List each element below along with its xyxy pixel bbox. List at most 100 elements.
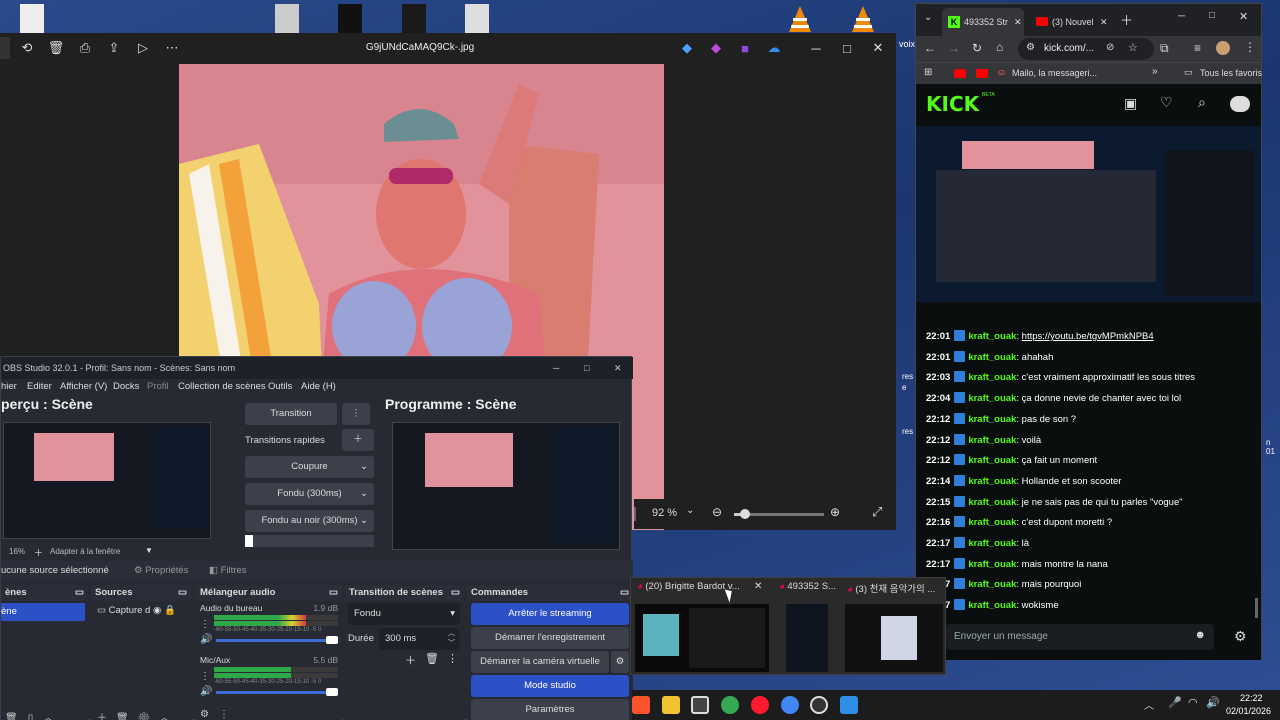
menu-icon[interactable]: ⋮ (1244, 40, 1256, 54)
tab-youtube[interactable]: (3) Nouvel ✕ (1030, 8, 1114, 36)
slideshow-icon[interactable]: ▷ (135, 40, 151, 56)
chat-username[interactable]: kraft_ouak (968, 579, 1016, 590)
menu-help[interactable]: Aide (H) (301, 381, 336, 392)
gear-icon[interactable]: ⚙ (1234, 628, 1247, 645)
back-icon[interactable]: ← (924, 41, 936, 55)
menu-icon[interactable]: ⋮ (200, 619, 210, 630)
tab-kick[interactable]: K 493352 Str ✕ (942, 8, 1024, 36)
menu-docks[interactable]: Docks (113, 381, 139, 392)
eye-off-icon[interactable]: ⊘ (1106, 42, 1114, 53)
properties-button[interactable]: ⚙ Propriétés (134, 565, 188, 576)
close-icon[interactable]: ✕ (754, 581, 762, 592)
file-explorer-icon[interactable] (662, 696, 680, 714)
minimize-icon[interactable]: ─ (1178, 11, 1185, 22)
close-icon[interactable]: ✕ (870, 40, 886, 56)
url-field[interactable]: ⚙ kick.com/... ⊘ ☆ (1018, 38, 1154, 60)
zoom-percent[interactable]: 16% (9, 547, 25, 556)
reload-icon[interactable]: ↻ (972, 41, 982, 55)
transition-slider[interactable] (245, 535, 374, 547)
wifi-icon[interactable]: ◠ (1188, 696, 1198, 709)
quick-transition-cut[interactable]: Coupure ⌄ (245, 456, 374, 478)
youtube-icon[interactable] (954, 69, 966, 78)
obs-icon[interactable] (810, 696, 828, 714)
dock-menu-icon[interactable]: ▭ (329, 585, 338, 601)
heart-icon[interactable]: ♡ (1160, 94, 1173, 111)
designer-icon[interactable]: ◆ (708, 40, 724, 56)
document-icon[interactable] (275, 4, 299, 34)
minimize-icon[interactable]: ─ (808, 40, 824, 56)
document-icon[interactable] (465, 4, 489, 34)
add-icon[interactable]: ＋ (342, 429, 374, 451)
file-icon[interactable] (20, 4, 44, 34)
eye-icon[interactable]: ◉ (153, 605, 161, 616)
home-icon[interactable]: ⌂ (996, 40, 1003, 54)
close-icon[interactable]: ✕ (614, 357, 622, 379)
start-recording-button[interactable]: Démarrer l'enregistrement (471, 627, 629, 649)
print-icon[interactable]: ⎙ (77, 40, 93, 56)
chat-username[interactable]: kraft_ouak (968, 455, 1016, 466)
fit-window-button[interactable]: Adapter à la fenêtre (50, 547, 120, 556)
more-icon[interactable]: ⋯ (164, 40, 180, 56)
menu-profile[interactable]: Profil (147, 381, 169, 392)
kick-logo[interactable]: KICK (926, 92, 979, 116)
share-icon[interactable]: ⇪ (106, 40, 122, 56)
chevron-down-icon[interactable]: ⌄ (686, 505, 694, 516)
fullscreen-icon[interactable]: ⤢ (872, 504, 882, 520)
quick-transition-fade[interactable]: Fondu (300ms) ⌄ (245, 483, 374, 505)
more-icon[interactable]: ⋮ (342, 403, 370, 425)
close-icon[interactable]: ✕ (1100, 8, 1108, 36)
tab-search-icon[interactable]: ≡ (1194, 41, 1201, 55)
source-item[interactable]: ▭ Capture d ◉ 🔒 (97, 605, 176, 616)
chat-username[interactable]: kraft_ouak (968, 372, 1016, 383)
more-bookmarks-icon[interactable]: » (1152, 66, 1158, 77)
zoom-out-icon[interactable]: ⊖ (712, 505, 722, 519)
chat-username[interactable]: kraft_ouak (968, 538, 1016, 549)
photos-icon[interactable] (840, 696, 858, 714)
chat-input[interactable]: Envoyer un message ☻ (946, 624, 1214, 650)
volume-slider-thumb[interactable] (326, 636, 338, 644)
dock-menu-icon[interactable]: ▭ (75, 585, 84, 601)
brave-icon[interactable] (632, 696, 650, 714)
bookmark-mailo[interactable]: Mailo, la messageri... (1012, 68, 1097, 78)
zoom-level[interactable]: 92 % (652, 507, 677, 519)
avatar[interactable] (1230, 96, 1250, 112)
stream-player[interactable] (916, 126, 1261, 302)
chat-username[interactable]: kraft_ouak (968, 352, 1016, 363)
settings-button[interactable]: Paramètres (471, 699, 629, 720)
menu-icon[interactable]: ⋮ (200, 671, 210, 682)
gear-icon[interactable]: ⚙ (611, 651, 629, 673)
chrome-icon[interactable] (781, 696, 799, 714)
mixer-controls[interactable]: ⚙⋮ (200, 709, 239, 720)
scrollbar[interactable] (1255, 598, 1258, 618)
source-controls[interactable]: ＋🗑⚙︿ (97, 709, 178, 720)
dock-menu-icon[interactable]: ▭ (178, 585, 187, 601)
preview-thumbnail[interactable] (635, 604, 769, 672)
vlc-icon[interactable] (787, 4, 813, 34)
chat-username[interactable]: kraft_ouak (968, 517, 1016, 528)
search-icon[interactable]: ⌕ (1198, 94, 1206, 111)
chat-username[interactable]: kraft_ouak (968, 497, 1016, 508)
youtube-icon[interactable] (976, 69, 988, 78)
menu-edit[interactable]: Editer (27, 381, 52, 392)
chat-username[interactable]: kraft_ouak (968, 559, 1016, 570)
vlc-icon[interactable] (850, 4, 876, 34)
tab-list-icon[interactable]: ⌄ (924, 12, 932, 23)
forward-icon[interactable]: → (948, 41, 960, 55)
transition-select[interactable]: Fondu ▾ (348, 603, 460, 625)
preview-canvas[interactable] (3, 422, 211, 539)
volume-slider-thumb[interactable] (326, 688, 338, 696)
transition-button[interactable]: Transition (245, 403, 337, 425)
preview-tab-kick[interactable]: ◕ 493352 S... (779, 581, 836, 592)
quick-transition-fade-black[interactable]: Fondu au noir (300ms) ⌄ (245, 510, 374, 532)
chrome-icon[interactable] (721, 696, 739, 714)
volume-slider[interactable] (216, 688, 338, 696)
scene-controls[interactable]: 🗑▯︿ (5, 709, 63, 720)
menu-view[interactable]: Afficher (V) (60, 381, 107, 392)
maximize-icon[interactable]: □ (839, 40, 855, 56)
avatar[interactable] (1216, 41, 1230, 55)
edit-icon[interactable]: ◆ (679, 40, 695, 56)
close-icon[interactable]: ✕ (1239, 10, 1248, 23)
duration-input[interactable]: 300 ms ︿ ﹀ (379, 628, 459, 650)
studio-mode-button[interactable]: Mode studio (471, 675, 629, 697)
add-icon[interactable]: ＋ (34, 546, 43, 559)
